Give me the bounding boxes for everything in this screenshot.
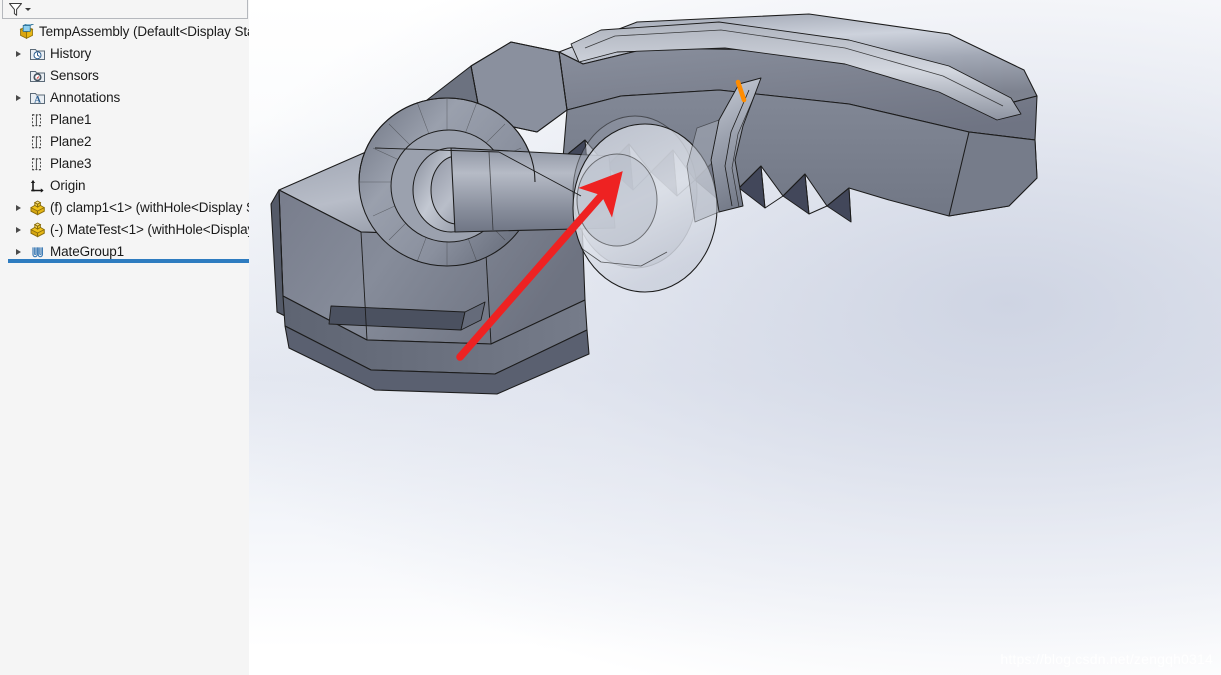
- watermark-text: https://blog.csdn.net/zengqh0314: [1000, 651, 1213, 667]
- tree-item-label: (-) MateTest<1> (withHole<Display S: [50, 222, 249, 237]
- plane-icon: [28, 155, 46, 173]
- plane-icon: [28, 111, 46, 129]
- expand-twisty-icon[interactable]: [8, 87, 28, 109]
- cad-model-render: [270, 13, 1038, 395]
- component-part-icon: [28, 199, 46, 217]
- expand-twisty-icon[interactable]: [8, 197, 28, 219]
- expand-twisty-icon[interactable]: [8, 219, 28, 241]
- history-folder-icon: [28, 45, 46, 63]
- plane-icon: [28, 133, 46, 151]
- rollback-bar[interactable]: [8, 259, 249, 263]
- origin-axis-icon: [28, 177, 46, 195]
- tree-item-history[interactable]: History: [0, 43, 249, 65]
- tree-item-label: Plane1: [50, 112, 92, 127]
- twisty-placeholder: [6, 21, 17, 43]
- tree-item-label: (f) clamp1<1> (withHole<Display Sta: [50, 200, 249, 215]
- tree-item-plane2[interactable]: Plane2: [0, 131, 249, 153]
- assembly-icon: [17, 23, 35, 41]
- tree-item-label: Plane2: [50, 134, 92, 149]
- tree-item-annotations[interactable]: A Annotations: [0, 87, 249, 109]
- feature-tree[interactable]: TempAssembly (Default<Display State-1 Hi…: [0, 21, 249, 263]
- tree-item-label: MateGroup1: [50, 244, 125, 259]
- 3d-graphics-area[interactable]: https://blog.csdn.net/zengqh0314: [249, 0, 1221, 675]
- annotations-folder-icon: A: [28, 89, 46, 107]
- tree-item-matetest[interactable]: (-) MateTest<1> (withHole<Display S: [0, 219, 249, 241]
- tree-item-clamp1[interactable]: (f) clamp1<1> (withHole<Display Sta: [0, 197, 249, 219]
- funnel-filter-icon[interactable]: [8, 1, 31, 18]
- chevron-down-icon[interactable]: [25, 7, 31, 11]
- expand-twisty-icon[interactable]: [8, 43, 28, 65]
- sensors-folder-icon: [28, 67, 46, 85]
- feature-manager-panel: TempAssembly (Default<Display State-1 Hi…: [0, 0, 249, 675]
- tree-item-label: Plane3: [50, 156, 92, 171]
- tree-item-label: History: [50, 46, 92, 61]
- feature-tree-filter-bar[interactable]: [2, 0, 248, 19]
- solidworks-window: TempAssembly (Default<Display State-1 Hi…: [0, 0, 1221, 675]
- tree-item-label: Origin: [50, 178, 86, 193]
- tree-item-plane3[interactable]: Plane3: [0, 153, 249, 175]
- component-part-icon: [28, 221, 46, 239]
- svg-text:A: A: [34, 95, 41, 105]
- tree-item-origin[interactable]: Origin: [0, 175, 249, 197]
- tree-item-tempassembly[interactable]: TempAssembly (Default<Display State-1: [0, 21, 249, 43]
- tree-item-sensors[interactable]: Sensors: [0, 65, 249, 87]
- tree-item-plane1[interactable]: Plane1: [0, 109, 249, 131]
- funnel-filter-glyph: [9, 2, 22, 16]
- tree-item-label: Sensors: [50, 68, 99, 83]
- tree-item-label: TempAssembly (Default<Display State-1: [39, 24, 249, 39]
- tree-item-label: Annotations: [50, 90, 121, 105]
